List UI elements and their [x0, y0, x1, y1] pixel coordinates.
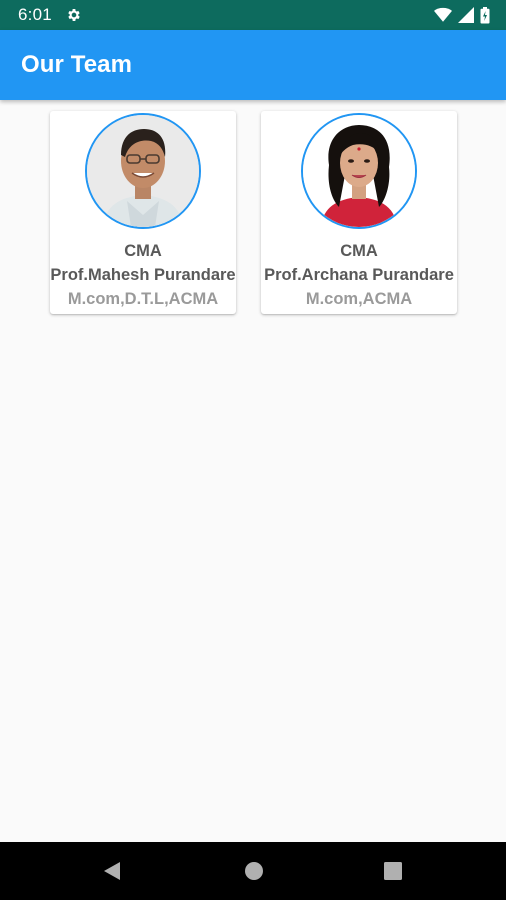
member-qualification: M.com,D.T.L,ACMA — [67, 290, 219, 308]
avatar — [85, 113, 201, 229]
status-bar: 6:01 — [0, 0, 506, 30]
member-qualification: M.com,ACMA — [305, 290, 413, 308]
woman-portrait-icon — [303, 115, 415, 227]
gear-icon — [66, 7, 82, 23]
status-time: 6:01 — [18, 5, 52, 24]
member-title: CMA — [124, 242, 162, 260]
team-list: CMA Prof.Mahesh Purandare M.com,D.T.L,AC… — [0, 100, 506, 842]
member-name: Prof.Mahesh Purandare — [50, 266, 236, 284]
status-right — [434, 6, 490, 24]
navigation-bar — [0, 842, 506, 900]
avatar — [301, 113, 417, 229]
member-name: Prof.Archana Purandare — [264, 266, 454, 284]
team-member-card[interactable]: CMA Prof.Archana Purandare M.com,ACMA — [261, 111, 457, 314]
page-title: Our Team — [21, 51, 133, 78]
man-portrait-icon — [87, 115, 199, 227]
battery-icon — [480, 6, 490, 24]
member-title: CMA — [340, 242, 378, 260]
back-icon[interactable] — [102, 861, 122, 886]
app-bar: Our Team — [0, 30, 506, 100]
recents-icon[interactable] — [383, 861, 403, 886]
home-icon[interactable] — [244, 861, 264, 886]
wifi-icon — [434, 7, 452, 23]
status-left: 6:01 — [18, 5, 82, 25]
team-member-card[interactable]: CMA Prof.Mahesh Purandare M.com,D.T.L,AC… — [50, 111, 236, 314]
signal-icon — [458, 7, 474, 23]
